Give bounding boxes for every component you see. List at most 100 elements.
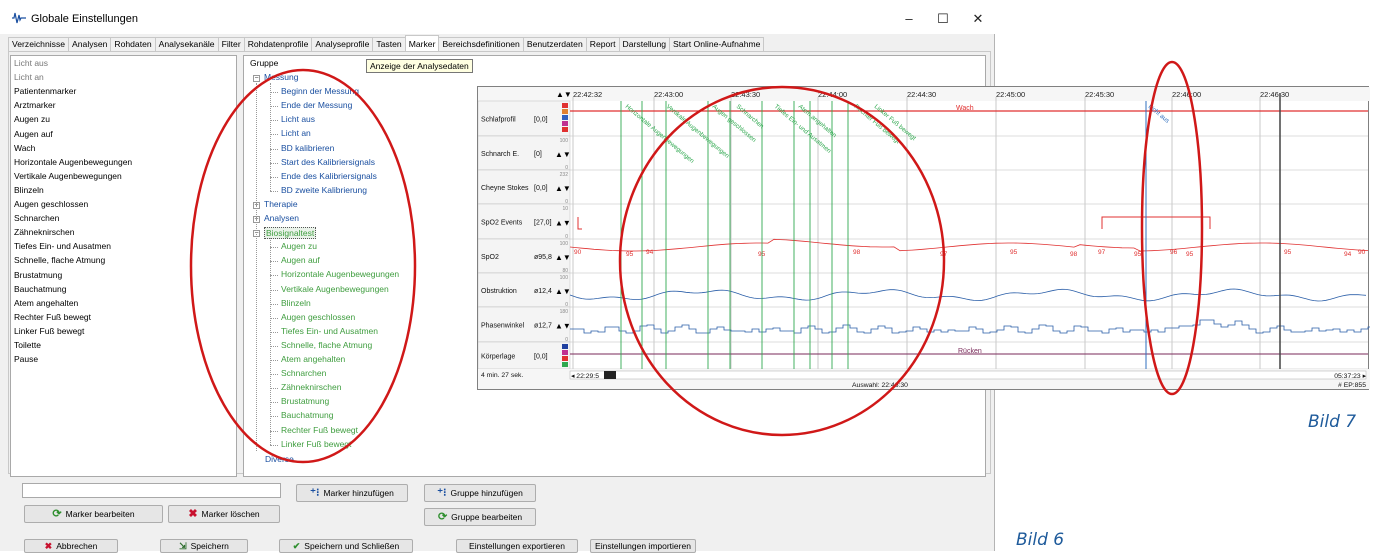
- list-item[interactable]: Schnelle, flache Atmung: [14, 255, 105, 265]
- marker-name-input[interactable]: [22, 483, 281, 498]
- list-item[interactable]: Toilette: [14, 340, 41, 350]
- time-nav-arrows[interactable]: ▲▼: [556, 90, 572, 99]
- tree-item-blinzeln[interactable]: Blinzeln: [281, 298, 311, 308]
- close-button[interactable]: ✕: [966, 9, 990, 29]
- tree-connector: [270, 134, 278, 136]
- tree-item-ende-der-messung[interactable]: Ende der Messung: [281, 100, 352, 110]
- tree-item-licht-an[interactable]: Licht an: [281, 128, 311, 138]
- tab-verzeichnisse[interactable]: Verzeichnisse: [8, 37, 70, 51]
- tab-analysen[interactable]: Analysen: [68, 37, 112, 51]
- tree-group-diverse[interactable]: Diverse: [265, 454, 294, 464]
- tree-item-start-des-kalibriersignals[interactable]: Start des Kalibriersignals: [281, 157, 375, 167]
- import-settings-label: Einstellungen importieren: [595, 541, 691, 551]
- list-item[interactable]: Atem angehalten: [14, 298, 78, 308]
- tree-item-schnelle-flache-atmung[interactable]: Schnelle, flache Atmung: [281, 340, 372, 350]
- tab-tasten[interactable]: Tasten: [372, 37, 406, 51]
- tree-connector: [270, 190, 278, 192]
- channel-scale-arrows[interactable]: ▲▼: [555, 150, 571, 159]
- list-item[interactable]: Patientenmarker: [14, 86, 76, 96]
- marker-list[interactable]: Licht aus Licht an Patientenmarker Arztmark…: [10, 55, 237, 477]
- channel-scale-top: 10: [562, 206, 568, 212]
- list-item[interactable]: Augen geschlossen: [14, 199, 88, 209]
- list-item[interactable]: Wach: [14, 143, 35, 153]
- tree-item-bd-kalibrieren[interactable]: BD kalibrieren: [281, 143, 334, 153]
- list-item[interactable]: Horizontale Augenbewegungen: [14, 157, 132, 167]
- tree-item-horizontale-augenbewegungen[interactable]: Horizontale Augenbewegungen: [281, 269, 399, 279]
- tab-bereichsdefinitionen[interactable]: Bereichsdefinitionen: [438, 37, 524, 51]
- list-item[interactable]: Linker Fuß bewegt: [14, 326, 84, 336]
- tree-item-augen-geschlossen[interactable]: Augen geschlossen: [281, 312, 355, 322]
- tree-item-tiefes-ein-und-ausatmen[interactable]: Tiefes Ein- und Ausatmen: [281, 326, 378, 336]
- list-item[interactable]: Zähneknirschen: [14, 227, 74, 237]
- tree-group-messung[interactable]: Messung: [264, 72, 299, 82]
- tree-item-brustatmung[interactable]: Brustatmung: [281, 396, 329, 406]
- list-item[interactable]: Augen auf: [14, 129, 53, 139]
- channel-name: Cheyne Stokes: [481, 185, 529, 192]
- scroll-thumb[interactable]: [604, 371, 616, 379]
- edit-marker-button[interactable]: ⟳ Marker bearbeiten: [24, 505, 163, 523]
- list-item[interactable]: Rechter Fuß bewegt: [14, 312, 91, 322]
- tab-analysekanaele[interactable]: Analysekanäle: [154, 37, 219, 51]
- edit-group-button[interactable]: ⟳ Gruppe bearbeiten: [424, 508, 536, 526]
- tree-connector: [270, 360, 278, 361]
- channel-scale-arrows[interactable]: ▲▼: [555, 219, 571, 228]
- tree-group-therapie[interactable]: Therapie: [264, 199, 298, 209]
- delete-marker-button[interactable]: ✖ Marker löschen: [168, 505, 280, 523]
- sleep-stage-swatch: [562, 127, 568, 132]
- list-item[interactable]: Blinzeln: [14, 185, 44, 195]
- add-marker-button[interactable]: ⁺⁝ Marker hinzufügen: [296, 484, 408, 502]
- tree-item-beginn-der-messung[interactable]: Beginn der Messung: [281, 86, 359, 96]
- list-item[interactable]: Augen zu: [14, 114, 50, 124]
- tab-bar: Verzeichnisse Analysen Rohdaten Analysekanä…: [8, 35, 765, 51]
- list-item[interactable]: Vertikale Augenbewegungen: [14, 171, 122, 181]
- tree-item-rechter-fuss-bewegt[interactable]: Rechter Fuß bewegt: [281, 425, 358, 435]
- tab-rohdatenprofile[interactable]: Rohdatenprofile: [243, 37, 313, 51]
- tree-item-augen-zu[interactable]: Augen zu: [281, 241, 317, 251]
- expand-toggle-messung[interactable]: −: [253, 75, 260, 82]
- tree-item-atem-angehalten[interactable]: Atem angehalten: [281, 354, 345, 364]
- minimize-button[interactable]: –: [897, 9, 921, 29]
- tooltip: Anzeige der Analysedaten: [366, 59, 473, 73]
- channel-scale-arrows[interactable]: ▲▼: [555, 184, 571, 193]
- time-tick-label: 22:44:30: [907, 90, 936, 99]
- channel-scale-arrows[interactable]: ▲▼: [555, 253, 571, 262]
- analysis-chart[interactable]: ▲▼ 22:42:32 22:43:00 22:43:30 22:44:00 22:44:…: [478, 87, 1370, 391]
- channel-scale-arrows[interactable]: ▲▼: [555, 287, 571, 296]
- time-tick-label: 22:45:30: [1085, 90, 1114, 99]
- channel-scale-arrows[interactable]: ▲▼: [555, 322, 571, 331]
- tree-item-schnarchen[interactable]: Schnarchen: [281, 368, 326, 378]
- list-item[interactable]: Licht aus: [14, 58, 48, 68]
- tree-item-augen-auf[interactable]: Augen auf: [281, 255, 320, 265]
- edit-group-label: Gruppe bearbeiten: [451, 512, 523, 522]
- position-swatch: [562, 362, 568, 367]
- tree-item-vertikale-augenbewegungen[interactable]: Vertikale Augenbewegungen: [281, 284, 389, 294]
- list-item[interactable]: Licht an: [14, 72, 44, 82]
- tab-marker[interactable]: Marker: [404, 35, 440, 51]
- channel-value: ø95,8: [534, 254, 552, 261]
- list-item[interactable]: Tiefes Ein- und Ausatmen: [14, 241, 111, 251]
- tab-start-online-aufnahme[interactable]: Start Online-Aufnahme: [669, 37, 765, 51]
- tree-group-analysen[interactable]: Analysen: [264, 213, 299, 223]
- tab-darstellung[interactable]: Darstellung: [618, 37, 671, 51]
- tab-benutzerdaten[interactable]: Benutzerdaten: [522, 37, 587, 51]
- time-scrollbar[interactable]: [569, 370, 1367, 380]
- list-item[interactable]: Schnarchen: [14, 213, 59, 223]
- tree-item-bauchatmung[interactable]: Bauchatmung: [281, 410, 333, 420]
- tree-item-licht-aus[interactable]: Licht aus: [281, 114, 315, 124]
- list-item[interactable]: Arztmarker: [14, 100, 56, 110]
- list-item[interactable]: Brustatmung: [14, 270, 62, 280]
- tab-report[interactable]: Report: [585, 37, 620, 51]
- tree-group-biosignaltest[interactable]: Biosignaltest: [264, 227, 317, 240]
- list-item[interactable]: Pause: [14, 354, 38, 364]
- tree-connector: [270, 176, 278, 178]
- tab-analyseprofile[interactable]: Analyseprofile: [311, 37, 374, 51]
- tab-filter[interactable]: Filter: [217, 37, 245, 51]
- list-item[interactable]: Bauchatmung: [14, 284, 66, 294]
- tree-item-ende-des-kalibriersignals[interactable]: Ende des Kalibriersignals: [281, 171, 377, 181]
- tab-rohdaten[interactable]: Rohdaten: [110, 37, 156, 51]
- tree-item-linker-fuss-bewegt[interactable]: Linker Fuß bewegt: [281, 439, 351, 449]
- tree-item-zaehneknirschen[interactable]: Zähneknirschen: [281, 382, 341, 392]
- maximize-button[interactable]: ☐: [931, 9, 955, 29]
- tree-item-bd-zweite-kalibrierung[interactable]: BD zweite Kalibrierung: [281, 185, 367, 195]
- add-group-button[interactable]: ⁺⁝ Gruppe hinzufügen: [424, 484, 536, 502]
